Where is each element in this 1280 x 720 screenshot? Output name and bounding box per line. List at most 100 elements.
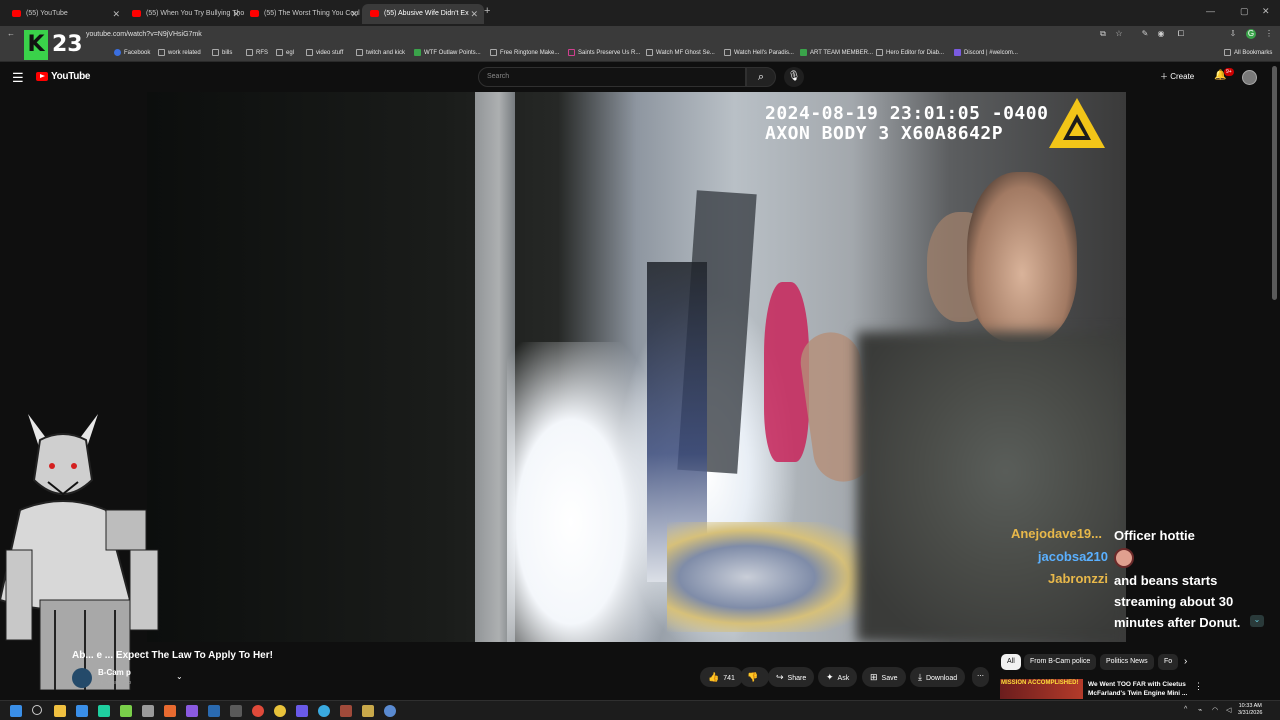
thumbnail-caption: MISSION ACCOMPLISHED! [1001,680,1079,686]
network-icon[interactable]: ⌁ [1198,706,1202,714]
channel-avatar[interactable] [72,668,92,688]
close-tab-icon[interactable]: ✕ [470,4,478,24]
discord-icon [954,49,961,56]
save-button[interactable]: ⊞ Save [862,667,906,687]
search-input[interactable]: Search [478,67,746,87]
chip-from-channel[interactable]: From B-Cam police [1024,654,1097,670]
subscription-bell-dropdown[interactable]: ⌄ [176,672,183,681]
close-tab-icon[interactable]: ✕ [112,4,120,24]
bookmark-item[interactable]: Discord | #welcom... [954,47,1018,59]
page-scrollbar[interactable] [1272,66,1277,300]
download-button[interactable]: ⤓ Download [910,667,966,687]
app-icon[interactable] [120,705,132,717]
all-bookmarks[interactable]: All Bookmarks [1224,47,1272,59]
bookmark-item[interactable]: Hero Editor for Diab... [876,47,944,59]
bookmark-item[interactable]: Facebook [114,47,150,59]
youtube-logo-icon[interactable] [36,72,48,81]
app-icon[interactable] [208,705,220,717]
create-button[interactable]: ＋ Create [1160,71,1194,82]
install-app-icon[interactable]: ⧉ [1098,29,1108,39]
chip-all[interactable]: All [1001,654,1021,670]
bookmark-item[interactable]: Watch MF Ghost Se... [646,47,715,59]
bodycam-timestamp: 2024-08-19 23:01:05 -0400 [765,103,1049,124]
maximize-window-icon[interactable]: ▢ [1240,6,1249,17]
close-window-icon[interactable]: ✕ [1262,6,1270,17]
downloads-icon[interactable]: ⇩ [1228,29,1238,39]
bookmark-item[interactable]: Watch Hell's Paradis... [724,47,794,59]
bookmark-item[interactable]: Free Ringtone Make... [490,47,559,59]
chip-politics-news[interactable]: Politics News [1100,654,1154,670]
like-button[interactable]: 👍 741 [700,667,743,687]
app-icon[interactable] [362,705,374,717]
bookmark-label: WTF Outlaw Points... [424,50,481,56]
bookmark-folder[interactable]: bills [212,47,232,59]
bookmark-folder[interactable]: RFS [246,47,268,59]
like-count: 741 [723,675,735,682]
more-vertical-icon[interactable]: ⋮ [1194,681,1203,692]
browser-tab[interactable]: (55) When You Try Bullying Tho ✕ [124,4,246,24]
volume-icon[interactable]: ◁ [1226,706,1231,714]
chat-scroll-icon[interactable]: ⌄ [1250,615,1264,627]
settings-icon[interactable] [384,705,396,717]
minimize-window-icon[interactable]: — [1206,6,1215,16]
extensions-puzzle-icon[interactable]: ⧠ [1176,29,1186,39]
windows-start-icon[interactable] [10,705,22,717]
close-tab-icon[interactable]: ✕ [350,4,358,24]
channel-name[interactable]: B-Cam p [98,668,131,677]
profile-avatar-icon[interactable]: G [1246,29,1256,39]
recommended-video-title[interactable]: We Went TOO FAR with Cleetus McFarland's… [1088,680,1188,698]
ask-button[interactable]: ✦ Ask [818,667,858,687]
bookmark-folder[interactable]: egl [276,47,294,59]
app-icon[interactable] [98,705,110,717]
bodycam-device-id: AXON BODY 3 X60A8642P [765,123,1004,144]
close-tab-icon[interactable]: ✕ [232,4,240,24]
share-button[interactable]: ↪ Share [768,667,815,687]
bookmark-folder[interactable]: twitch and kick [356,47,405,59]
sheet-icon [414,49,421,56]
app-icon[interactable] [164,705,176,717]
bookmark-item[interactable]: ART TEAM MEMBER... [800,47,873,59]
browser-menu-icon[interactable]: ⋮ [1264,29,1274,39]
app-icon[interactable] [340,705,352,717]
chip-more[interactable]: Fo [1158,654,1179,670]
store-icon[interactable] [76,705,88,717]
chrome-icon[interactable] [274,705,286,717]
tray-chevron-icon[interactable]: ^ [1184,706,1187,713]
voice-search-button[interactable]: 🎙 [784,67,804,87]
app-icon[interactable] [186,705,198,717]
chat-username: jacobsa210 [1037,549,1108,564]
search-icon[interactable] [32,705,42,715]
create-label: Create [1170,72,1195,81]
bookmark-star-icon[interactable]: ☆ [1114,29,1124,39]
bookmark-folder[interactable]: video stuff [306,47,343,59]
discord-icon[interactable] [296,705,308,717]
new-tab-button[interactable]: + [484,5,490,17]
browser-tab[interactable]: (55) The Worst Thing You Coul ✕ [242,4,364,24]
app-icon[interactable] [318,705,330,717]
url-field[interactable]: youtube.com/watch?v=N9jVHsiG7mk [86,29,1086,41]
taskbar-clock[interactable]: 10:33 AM 3/31/2026 [1238,703,1262,717]
user-avatar[interactable] [1242,70,1257,85]
folder-icon [306,49,313,56]
firefox-icon[interactable] [252,705,264,717]
search-button[interactable]: ⌕ [746,67,776,87]
file-explorer-icon[interactable] [54,705,66,717]
wifi-icon[interactable]: ◠ [1212,706,1218,714]
back-icon[interactable]: ← [6,29,16,39]
audio-icon[interactable]: ◉ [1156,29,1166,39]
browser-tab[interactable]: (55) YouTube ✕ [4,4,126,24]
bookmark-label: Facebook [124,50,151,56]
youtube-brand[interactable]: YouTube [51,71,91,82]
folder-icon [212,49,219,56]
hamburger-menu-icon[interactable]: ☰ [12,70,24,86]
extension-icon[interactable]: ✎ [1140,29,1150,39]
dislike-button[interactable]: 👎 [740,667,770,687]
bookmark-item[interactable]: WTF Outlaw Points... [414,47,481,59]
more-actions-button[interactable]: ⋯ [972,667,989,687]
bookmark-item[interactable]: Saints Preserve Us R... [568,47,640,59]
browser-tab-active[interactable]: (55) Abusive Wife Didn't Ex ✕ [362,4,484,24]
app-icon[interactable] [230,705,242,717]
steam-icon[interactable] [142,705,154,717]
bookmark-folder[interactable]: work related [158,47,201,59]
chevron-right-icon[interactable]: › [1184,656,1187,667]
